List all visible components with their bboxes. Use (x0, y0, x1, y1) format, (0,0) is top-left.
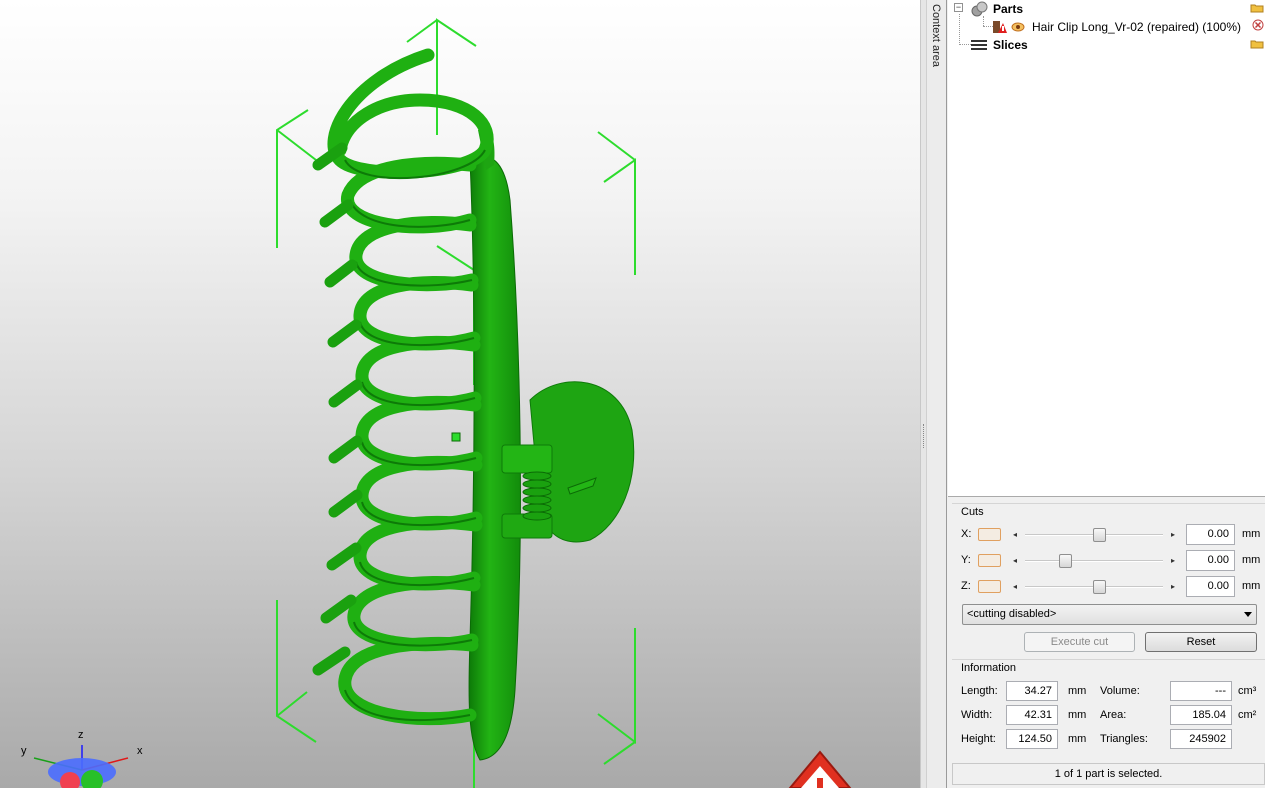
cut-y-color-toggle[interactable] (978, 554, 1001, 567)
3d-viewport[interactable]: z x y (0, 0, 920, 788)
cutting-mode-value: <cutting disabled> (967, 608, 1057, 620)
cut-z-slider[interactable]: ◂ ▸ (1011, 579, 1177, 595)
height-unit: mm (1068, 733, 1087, 745)
warning-icon (788, 750, 852, 788)
context-area-tab[interactable]: Context area (926, 0, 947, 788)
cut-x-unit: mm (1242, 528, 1261, 540)
width-label: Width: (961, 709, 993, 721)
slider-thumb[interactable] (1092, 528, 1106, 542)
length-unit: mm (1068, 685, 1087, 697)
slider-right-arrow-icon[interactable]: ▸ (1169, 530, 1177, 540)
height-label: Height: (961, 733, 996, 745)
model-view (33, 18, 852, 788)
hair-clip-model (312, 48, 635, 761)
cutting-mode-select[interactable]: <cutting disabled> (962, 604, 1257, 625)
slider-track (1025, 560, 1163, 562)
cut-y-slider[interactable]: ◂ ▸ (1011, 553, 1177, 569)
axis-gizmo (33, 745, 129, 788)
axis-label-y: y (21, 745, 27, 757)
parts-tree[interactable]: − Parts Hair Clip Long_Vr-02 (repaired) … (948, 0, 1265, 497)
collapse-parts-toggle[interactable]: − (954, 3, 963, 12)
slider-right-arrow-icon[interactable]: ▸ (1169, 582, 1177, 592)
axis-label-x: x (137, 745, 143, 757)
cuts-title: Cuts (961, 506, 984, 518)
cut-y-input[interactable]: 0.00 (1186, 550, 1235, 571)
volume-value: --- (1170, 681, 1232, 701)
parts-group-icon (971, 1, 988, 17)
tree-item-slices[interactable]: Slices (970, 36, 1028, 54)
width-value: 42.31 (1006, 705, 1058, 725)
slices-label: Slices (993, 38, 1028, 52)
tree-item-parts[interactable]: Parts (970, 0, 1023, 18)
slider-thumb[interactable] (1092, 580, 1106, 594)
cut-z-unit: mm (1242, 580, 1261, 592)
tree-connector (959, 14, 960, 45)
cuts-panel: Cuts X: ◂ ▸ 0.00 mm Y: ◂ ▸ 0.00 mm Z: ◂ (952, 503, 1265, 655)
cut-z-input[interactable]: 0.00 (1186, 576, 1235, 597)
right-panel: − Parts Hair Clip Long_Vr-02 (repaired) … (948, 0, 1265, 788)
slider-left-arrow-icon[interactable]: ◂ (1011, 556, 1019, 566)
visibility-eye-icon[interactable] (1010, 19, 1026, 35)
splitter-grip (923, 424, 925, 448)
chevron-down-icon (1244, 612, 1252, 617)
remove-part-icon[interactable] (1252, 19, 1264, 31)
cut-x-color-toggle[interactable] (978, 528, 1001, 541)
context-area-label: Context area (930, 4, 942, 67)
triangles-label: Triangles: (1100, 733, 1148, 745)
triangles-value: 245902 (1170, 729, 1232, 749)
cut-z-label: Z: (961, 580, 971, 592)
cut-x-label: X: (961, 528, 972, 540)
volume-label: Volume: (1100, 685, 1140, 697)
slider-left-arrow-icon[interactable]: ◂ (1011, 582, 1019, 592)
slider-thumb[interactable] (1058, 554, 1072, 568)
area-label: Area: (1100, 709, 1127, 721)
area-value: 185.04 (1170, 705, 1232, 725)
selection-status: 1 of 1 part is selected. (952, 763, 1265, 785)
area-unit: cm² (1238, 709, 1257, 721)
cut-x-input[interactable]: 0.00 (1186, 524, 1235, 545)
cut-y-label: Y: (961, 554, 971, 566)
axis-label-z: z (78, 729, 84, 741)
cut-z-color-toggle[interactable] (978, 580, 1001, 593)
execute-cut-button[interactable]: Execute cut (1024, 632, 1135, 652)
length-value: 34.27 (1006, 681, 1058, 701)
height-value: 124.50 (1006, 729, 1058, 749)
volume-unit: cm³ (1238, 685, 1257, 697)
slider-left-arrow-icon[interactable]: ◂ (1011, 530, 1019, 540)
information-panel: Information Length: 34.27 mm Width: 42.3… (952, 659, 1265, 754)
width-unit: mm (1068, 709, 1087, 721)
reset-button[interactable]: Reset (1145, 632, 1257, 652)
open-folder-icon[interactable] (1250, 38, 1264, 49)
cut-y-unit: mm (1242, 554, 1261, 566)
parts-label: Parts (993, 2, 1024, 16)
slices-icon (971, 40, 987, 50)
part-name: Hair Clip Long_Vr-02 (repaired) (100%) (1032, 20, 1241, 34)
open-folder-icon[interactable] (1250, 2, 1264, 13)
length-label: Length: (961, 685, 998, 697)
information-title: Information (961, 662, 1017, 674)
slider-right-arrow-icon[interactable]: ▸ (1169, 556, 1177, 566)
part-warning-icon (993, 21, 1007, 33)
tree-item-part[interactable]: Hair Clip Long_Vr-02 (repaired) (100%) (992, 18, 1241, 36)
cut-x-slider[interactable]: ◂ ▸ (1011, 527, 1177, 543)
